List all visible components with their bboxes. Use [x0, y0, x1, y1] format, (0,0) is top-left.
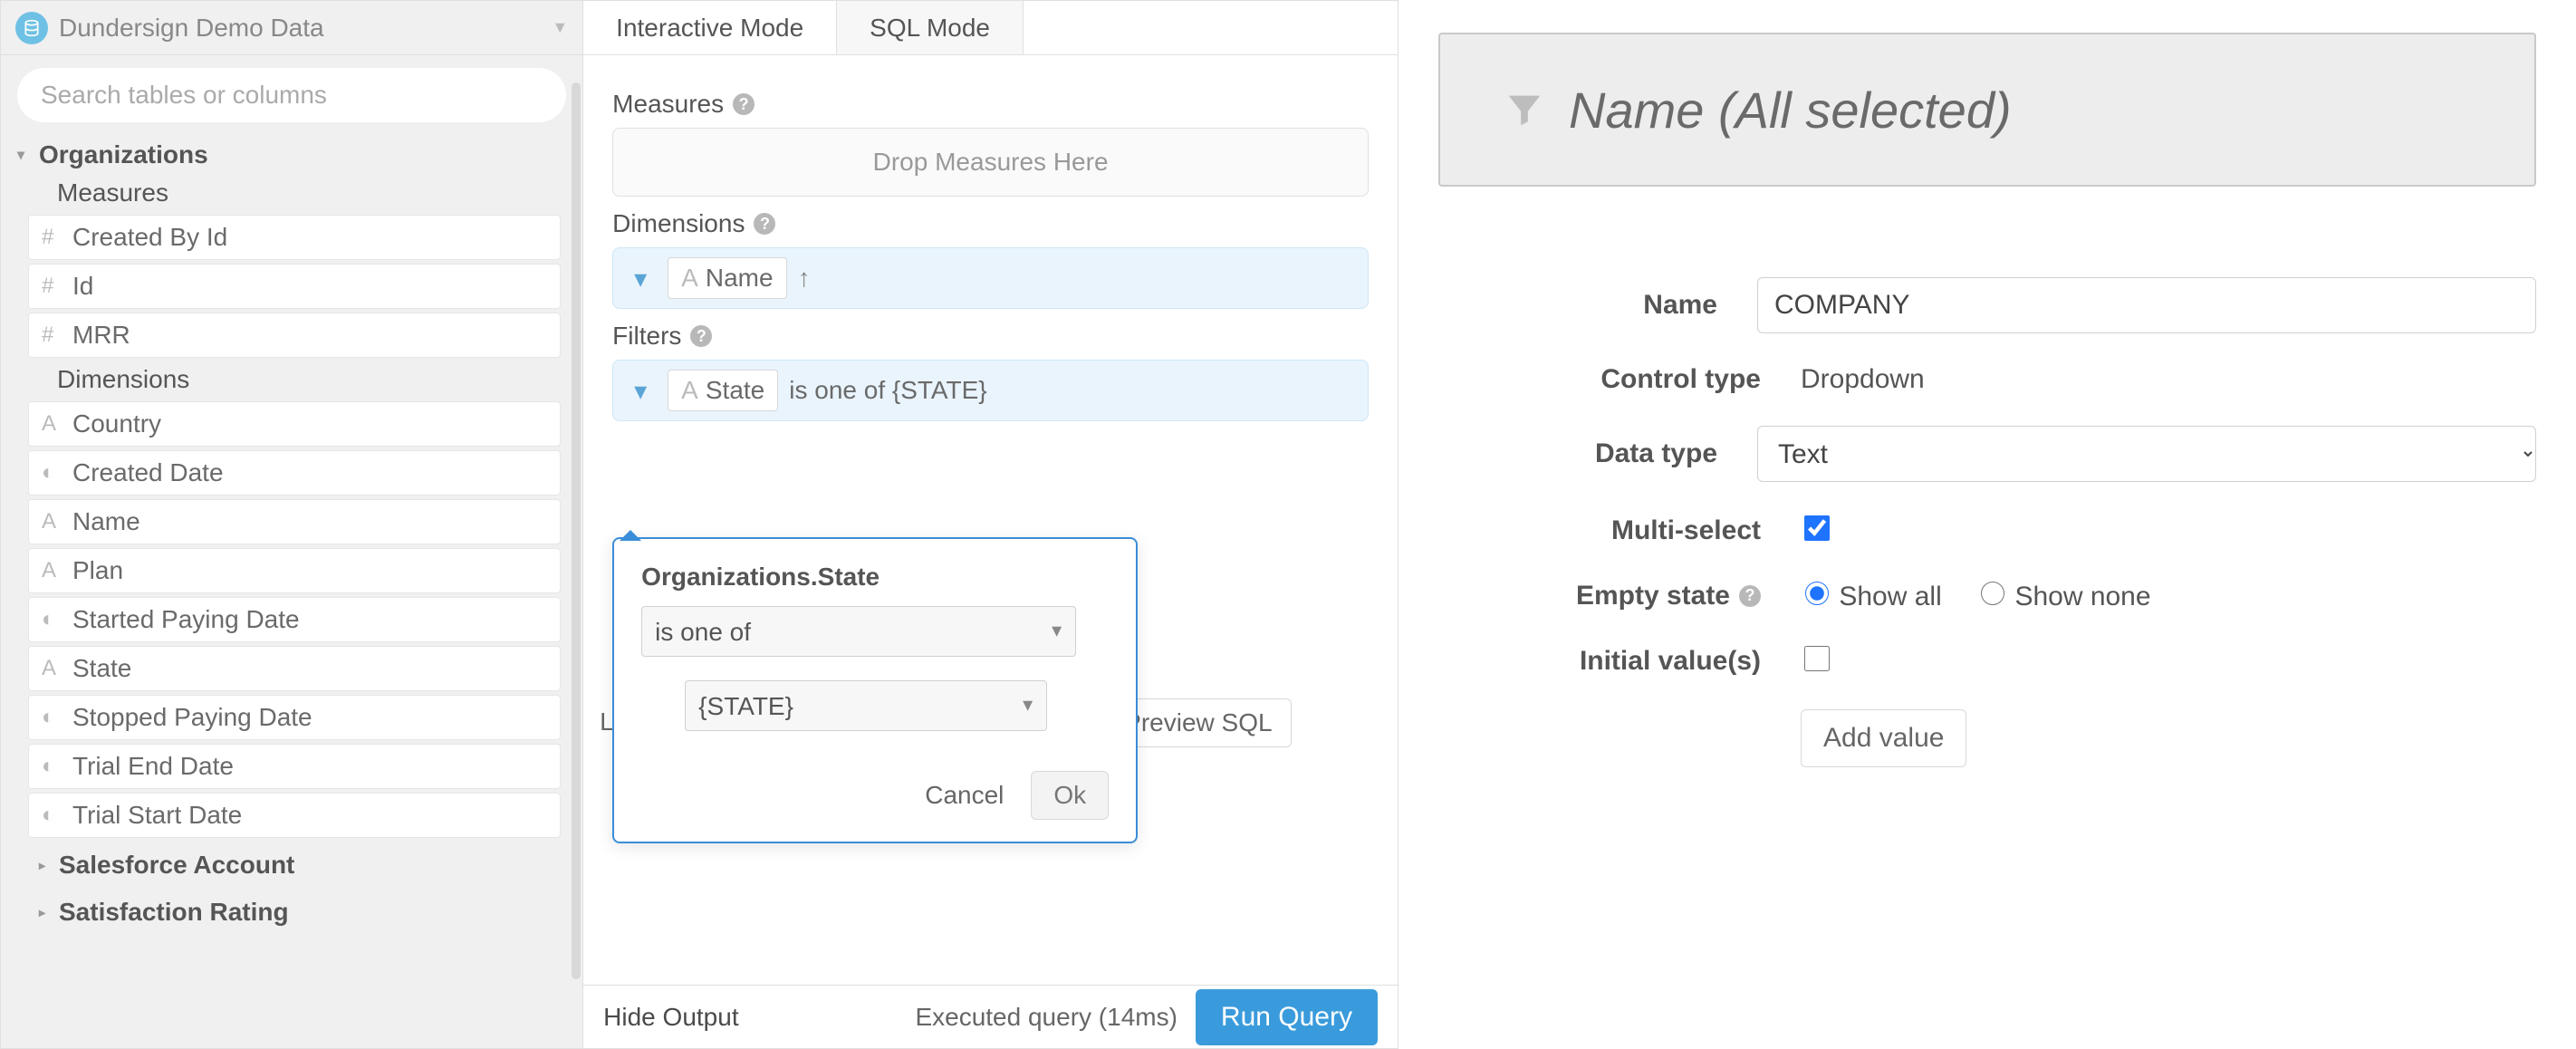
cancel-button[interactable]: Cancel	[919, 780, 1009, 811]
chevron-down-icon[interactable]: ▾	[624, 374, 657, 407]
control-type-value: Dropdown	[1801, 364, 2536, 395]
initial-values-checkbox[interactable]	[1804, 646, 1830, 671]
filters-heading: Filters	[612, 322, 681, 351]
control-type-label: Control type	[1438, 364, 1801, 395]
filter-operator-select[interactable]: is one of	[641, 606, 1076, 657]
config-form: Name Control type Dropdown Data type Tex…	[1438, 277, 2536, 767]
data-type-select[interactable]: Text	[1757, 426, 2536, 482]
tree-group-organizations[interactable]: ▾ Organizations	[6, 135, 579, 175]
empty-state-show-none[interactable]: Show none	[1976, 582, 2150, 611]
filters-zone[interactable]: ▾ AState is one of {STATE}	[612, 360, 1369, 421]
search-input[interactable]	[17, 68, 566, 122]
help-icon[interactable]: ?	[754, 213, 775, 235]
schema-sidebar: Dundersign Demo Data ▼ ▾ Organizations M…	[1, 1, 583, 1048]
text-icon: A	[681, 264, 698, 293]
chevron-right-icon: ▸	[39, 905, 53, 920]
field-started-paying-date[interactable]: ◐Started Paying Date	[28, 597, 561, 642]
scrollbar-thumb[interactable]	[572, 82, 581, 979]
tree-group-salesforce-account[interactable]: ▸Salesforce Account	[6, 842, 579, 889]
text-icon: A	[681, 376, 698, 405]
name-input[interactable]	[1757, 277, 2536, 333]
text-icon: A	[42, 656, 72, 681]
filter-icon	[1504, 89, 1545, 130]
mode-tabs: Interactive Mode SQL Mode	[583, 1, 1398, 55]
measures-label: Measures	[6, 175, 579, 211]
add-value-button[interactable]: Add value	[1801, 709, 1966, 767]
text-icon: A	[42, 509, 72, 534]
data-type-label: Data type	[1438, 438, 1757, 469]
measures-dropzone[interactable]: Drop Measures Here	[612, 128, 1369, 197]
field-name[interactable]: AName	[28, 499, 561, 544]
field-plan[interactable]: APlan	[28, 548, 561, 593]
sort-asc-icon[interactable]: ↑	[798, 264, 811, 293]
clock-icon: ◐	[42, 607, 72, 632]
tab-sql-mode[interactable]: SQL Mode	[837, 1, 1024, 54]
multi-select-checkbox[interactable]	[1804, 515, 1830, 541]
empty-state-show-all[interactable]: Show all	[1801, 582, 1942, 611]
dimensions-heading: Dimensions	[612, 209, 745, 238]
field-state[interactable]: AState	[28, 646, 561, 691]
chevron-down-icon: ▾	[17, 146, 39, 164]
filter-config-pane: Name (All selected) Name Control type Dr…	[1399, 0, 2576, 1049]
field-created-by-id[interactable]: #Created By Id	[28, 215, 561, 260]
filter-chip-state[interactable]: AState	[668, 370, 778, 411]
query-status: Executed query (14ms)	[915, 1003, 1177, 1032]
builder-main: Interactive Mode SQL Mode Measures? Drop…	[583, 1, 1398, 1048]
run-query-button[interactable]: Run Query	[1196, 989, 1378, 1045]
text-icon: A	[42, 411, 72, 437]
help-icon[interactable]: ?	[690, 325, 712, 347]
filter-title-card: Name (All selected)	[1438, 33, 2536, 187]
dimensions-zone[interactable]: ▾ AName ↑	[612, 247, 1369, 309]
hash-icon: #	[42, 322, 72, 348]
builder-footer: Hide Output Executed query (14ms) Run Qu…	[583, 985, 1398, 1048]
database-icon	[15, 12, 48, 44]
filter-title: Name (All selected)	[1569, 81, 2012, 140]
chevron-down-icon: ▼	[552, 18, 568, 37]
clock-icon: ◐	[42, 705, 72, 730]
chevron-down-icon[interactable]: ▾	[624, 262, 657, 294]
field-trial-start-date[interactable]: ◐Trial Start Date	[28, 793, 561, 838]
help-icon[interactable]: ?	[1739, 585, 1761, 607]
query-builder-pane: Dundersign Demo Data ▼ ▾ Organizations M…	[0, 0, 1399, 1049]
name-label: Name	[1438, 290, 1757, 321]
tree-group-satisfaction-rating[interactable]: ▸Satisfaction Rating	[6, 889, 579, 936]
database-selector[interactable]: Dundersign Demo Data ▼	[1, 1, 582, 55]
filter-condition-text: is one of {STATE}	[789, 376, 986, 405]
chevron-right-icon: ▸	[39, 858, 53, 873]
hash-icon: #	[42, 225, 72, 250]
clock-icon: ◐	[42, 803, 72, 828]
popover-arrow	[620, 530, 641, 541]
text-icon: A	[42, 558, 72, 583]
database-name: Dundersign Demo Data	[59, 14, 552, 43]
schema-tree: ▾ Organizations Measures #Created By Id …	[1, 135, 582, 936]
clock-icon: ◐	[42, 754, 72, 779]
field-trial-end-date[interactable]: ◐Trial End Date	[28, 744, 561, 789]
empty-state-label: Empty state	[1576, 581, 1730, 611]
filter-edit-popover: Organizations.State is one of {STATE} Ca…	[612, 537, 1138, 843]
field-stopped-paying-date[interactable]: ◐Stopped Paying Date	[28, 695, 561, 740]
filter-value-select[interactable]: {STATE}	[685, 680, 1047, 731]
help-icon[interactable]: ?	[733, 93, 755, 115]
field-country[interactable]: ACountry	[28, 401, 561, 447]
hide-output-link[interactable]: Hide Output	[603, 1003, 738, 1032]
field-mrr[interactable]: #MRR	[28, 313, 561, 358]
field-created-date[interactable]: ◐Created Date	[28, 450, 561, 496]
tab-interactive-mode[interactable]: Interactive Mode	[583, 1, 837, 54]
dimensions-label: Dimensions	[6, 361, 579, 398]
measures-heading: Measures	[612, 90, 724, 119]
field-id[interactable]: #Id	[28, 264, 561, 309]
popover-title: Organizations.State	[641, 563, 1109, 592]
hash-icon: #	[42, 274, 72, 299]
initial-values-label: Initial value(s)	[1438, 646, 1801, 677]
clock-icon: ◐	[42, 460, 72, 486]
dimension-chip-name[interactable]: AName	[668, 257, 786, 299]
ok-button[interactable]: Ok	[1031, 771, 1109, 820]
multi-select-label: Multi-select	[1438, 515, 1801, 546]
